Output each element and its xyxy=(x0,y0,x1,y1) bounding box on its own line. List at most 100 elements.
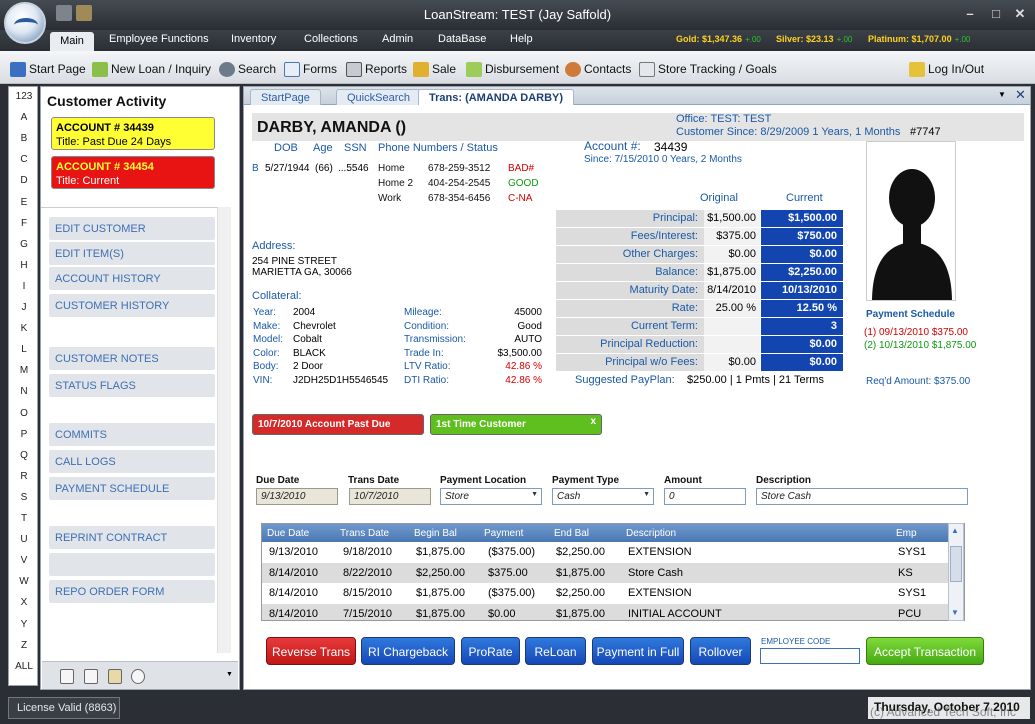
grid-header-emp[interactable]: Emp xyxy=(896,528,917,539)
activity-scrollbar[interactable] xyxy=(217,207,231,653)
tab-transaction[interactable]: Trans: (AMANDA DARBY) xyxy=(418,89,575,105)
activity-button-blank[interactable] xyxy=(49,553,215,576)
footer-dropdown-icon[interactable]: ▼ xyxy=(226,671,233,678)
index-letter-z[interactable]: Z xyxy=(9,640,39,651)
account-card-34439[interactable]: ACCOUNT # 34439 Title: Past Due 24 Days xyxy=(51,117,215,150)
menu-admin[interactable]: Admin xyxy=(382,33,413,45)
table-row[interactable]: 8/14/2010 8/15/2010 $1,875.00 ($375.00) $2,2… xyxy=(262,583,964,603)
activity-button-payment-schedule[interactable]: PAYMENT SCHEDULE xyxy=(49,477,215,500)
activity-button-status-flags[interactable]: STATUS FLAGS xyxy=(49,374,215,397)
description-field[interactable]: Store Cash xyxy=(756,488,968,505)
grid-header-trans-date[interactable]: Trans Date xyxy=(340,528,389,539)
badge-close-icon[interactable]: x xyxy=(590,416,596,427)
menu-inventory[interactable]: Inventory xyxy=(231,33,276,45)
reports-button[interactable]: Reports xyxy=(346,60,407,78)
app-logo-icon[interactable] xyxy=(4,2,46,44)
index-letter-n[interactable]: N xyxy=(9,386,39,397)
index-letter-u[interactable]: U xyxy=(9,534,39,545)
index-letter-j[interactable]: J xyxy=(9,302,39,313)
reverse-trans-button[interactable]: Reverse Trans xyxy=(266,637,356,665)
index-letter-l[interactable]: L xyxy=(9,344,39,355)
payment-in-full-button[interactable]: Payment in Full xyxy=(592,637,684,665)
prorate-button[interactable]: ProRate xyxy=(461,637,520,665)
payment-location-select[interactable]: Store ▼ xyxy=(440,488,542,505)
new-loan-button[interactable]: New Loan / Inquiry xyxy=(92,60,211,78)
index-letter-q[interactable]: Q xyxy=(9,450,39,461)
index-letter-g[interactable]: G xyxy=(9,239,39,250)
grid-scrollbar[interactable]: ▲ ▼ xyxy=(948,523,964,621)
index-letter-e[interactable]: E xyxy=(9,197,39,208)
scroll-thumb[interactable] xyxy=(950,546,962,582)
amount-field[interactable]: 0 xyxy=(664,488,746,505)
first-time-badge[interactable]: 1st Time Customer x xyxy=(430,414,602,435)
activity-button-edit-item-s[interactable]: EDIT ITEM(S) xyxy=(49,242,215,265)
index-letter-s[interactable]: S xyxy=(9,492,39,503)
grid-header-description[interactable]: Description xyxy=(626,528,676,539)
activity-button-repo-order-form[interactable]: REPO ORDER FORM xyxy=(49,580,215,603)
table-row[interactable]: 9/13/2010 9/18/2010 $1,875.00 ($375.00) $2,2… xyxy=(262,542,964,562)
index-letter-b[interactable]: B xyxy=(9,133,39,144)
index-letter-x[interactable]: X xyxy=(9,597,39,608)
past-due-badge[interactable]: 10/7/2010 Account Past Due xyxy=(252,414,424,435)
menu-collections[interactable]: Collections xyxy=(304,33,358,45)
index-letter-c[interactable]: C xyxy=(9,154,39,165)
index-letter-v[interactable]: V xyxy=(9,555,39,566)
tab-menu-icon[interactable]: ▼ xyxy=(998,90,1006,99)
store-tracking-button[interactable]: Store Tracking / Goals xyxy=(639,60,777,78)
reloan-button[interactable]: ReLoan xyxy=(525,637,586,665)
activity-button-reprint-contract[interactable]: REPRINT CONTRACT xyxy=(49,526,215,549)
index-letter-a[interactable]: A xyxy=(9,112,39,123)
index-letter-k[interactable]: K xyxy=(9,323,39,334)
accept-transaction-button[interactable]: Accept Transaction xyxy=(866,637,984,665)
table-row[interactable]: 8/14/2010 7/15/2010 $1,875.00 $0.00 $1,875.0… xyxy=(262,603,964,620)
index-letter-w[interactable]: W xyxy=(9,576,39,587)
index-letter-d[interactable]: D xyxy=(9,175,39,186)
trans-date-field[interactable]: 10/7/2010 xyxy=(349,488,431,505)
employee-code-input[interactable] xyxy=(760,648,860,664)
search-button[interactable]: Search xyxy=(219,60,276,78)
index-letter-r[interactable]: R xyxy=(9,471,39,482)
menu-employee-functions[interactable]: Employee Functions xyxy=(109,33,209,45)
scroll-down-icon[interactable]: ▼ xyxy=(951,608,959,617)
table-row[interactable]: 8/14/2010 8/22/2010 $2,250.00 $375.00 $1,875… xyxy=(262,562,964,583)
index-letter-m[interactable]: M xyxy=(9,365,39,376)
clipboard-icon[interactable] xyxy=(108,669,122,684)
payment-type-select[interactable]: Cash ▼ xyxy=(552,488,654,505)
activity-button-account-history[interactable]: ACCOUNT HISTORY xyxy=(49,267,215,290)
start-page-button[interactable]: Start Page xyxy=(10,60,86,78)
due-date-field[interactable]: 9/13/2010 xyxy=(256,488,338,505)
activity-button-call-logs[interactable]: CALL LOGS xyxy=(49,450,215,473)
index-letter-f[interactable]: F xyxy=(9,218,39,229)
index-letter-o[interactable]: O xyxy=(9,408,39,419)
index-letter-h[interactable]: H xyxy=(9,260,39,271)
tab-quicksearch[interactable]: QuickSearch xyxy=(336,89,421,105)
index-letter-t[interactable]: T xyxy=(9,513,39,524)
forms-button[interactable]: Forms xyxy=(284,60,337,78)
contacts-button[interactable]: Contacts xyxy=(565,60,631,78)
activity-button-commits[interactable]: COMMITS xyxy=(49,423,215,446)
grid-header-end-bal[interactable]: End Bal xyxy=(554,528,589,539)
minimize-icon[interactable]: – xyxy=(960,6,980,21)
index-letter-i[interactable]: I xyxy=(9,281,39,292)
grid-header-begin-bal[interactable]: Begin Bal xyxy=(414,528,457,539)
index-letter-p[interactable]: P xyxy=(9,429,39,440)
activity-button-edit-customer[interactable]: EDIT CUSTOMER xyxy=(49,217,215,240)
grid-header-payment[interactable]: Payment xyxy=(484,528,523,539)
disbursement-button[interactable]: Disbursement xyxy=(466,60,559,78)
login-button[interactable]: Log In/Out xyxy=(909,60,984,78)
tab-close-icon[interactable]: ✕ xyxy=(1015,87,1026,103)
index-letter-123[interactable]: 123 xyxy=(9,91,39,102)
grid-header-due-date[interactable]: Due Date xyxy=(267,528,309,539)
activity-button-customer-notes[interactable]: CUSTOMER NOTES xyxy=(49,347,215,370)
clock-icon[interactable] xyxy=(131,669,145,684)
index-letter-y[interactable]: Y xyxy=(9,619,39,630)
magnifier-icon[interactable] xyxy=(60,669,74,684)
sale-button[interactable]: Sale xyxy=(413,60,456,78)
index-letter-all[interactable]: ALL xyxy=(9,661,39,672)
menu-main[interactable]: Main xyxy=(50,32,94,51)
scroll-up-icon[interactable]: ▲ xyxy=(951,526,959,535)
page-icon[interactable] xyxy=(84,669,98,684)
close-icon[interactable]: ✕ xyxy=(1010,6,1030,22)
maximize-icon[interactable]: □ xyxy=(986,6,1006,21)
menu-database[interactable]: DataBase xyxy=(438,33,486,45)
